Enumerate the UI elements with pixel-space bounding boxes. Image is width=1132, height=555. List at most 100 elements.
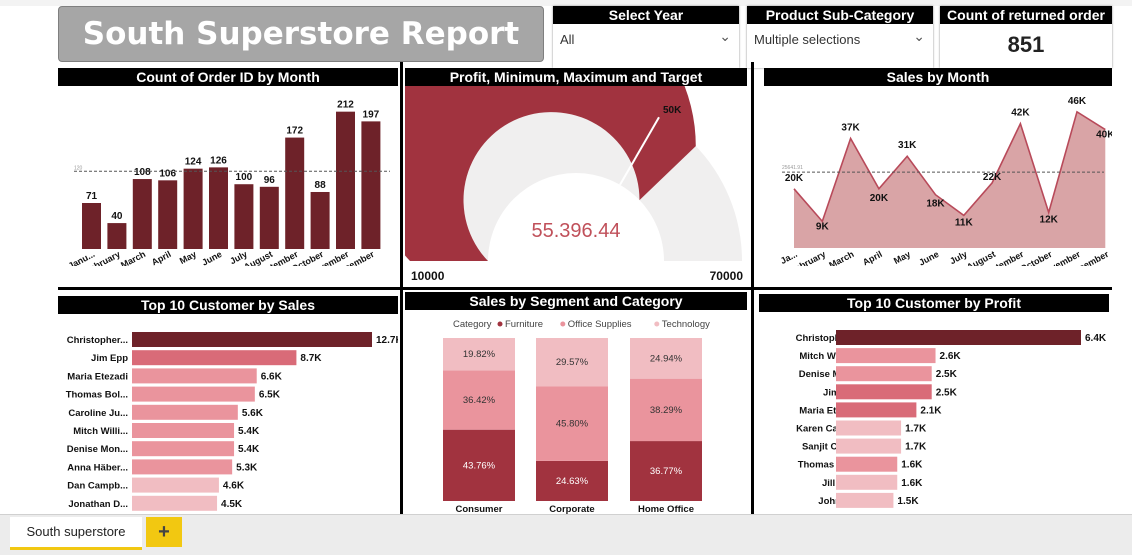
bar [259, 186, 279, 249]
data-label: 37K [841, 122, 860, 133]
returned-orders-card: Count of returned order 851 [940, 6, 1112, 68]
subcategory-slicer[interactable]: Product Sub-Category Multiple selections… [747, 6, 933, 68]
bar [132, 404, 238, 420]
top10-profit-title: Top 10 Customer by Profit [759, 294, 1109, 312]
bar [836, 492, 894, 508]
bar-value-label: 6.6K [261, 371, 283, 382]
reference-line-label: 120 [74, 165, 83, 171]
bar [836, 420, 902, 436]
legend-title: Category [453, 319, 492, 330]
bar [132, 386, 255, 402]
legend-marker [497, 321, 503, 327]
bar [132, 441, 235, 457]
bar [132, 477, 219, 493]
bar-value-label: 6.5K [259, 390, 281, 401]
x-tick-label: May [178, 249, 198, 266]
data-label: 42K [1011, 108, 1030, 119]
bar [836, 456, 898, 472]
sales-by-month-panel[interactable]: Sales by Month 25641.91 20K Ja... 9K Februar… [764, 68, 1112, 266]
data-label: 12K [1040, 214, 1059, 225]
page-tab-bar: South superstore + [0, 514, 1132, 555]
bar-value-label: 126 [210, 155, 227, 166]
bar-value-label: 1.5K [897, 496, 919, 507]
category-label: Anna Häber... [67, 462, 128, 473]
bar-value-label: 212 [337, 100, 354, 111]
bar-value-label: 4.6K [223, 481, 245, 492]
bar-value-label: 4.5K [221, 499, 243, 510]
year-slicer-label: Select Year [553, 6, 739, 24]
segment-label: 36.42% [463, 395, 496, 406]
category-label: Mitch Willi... [73, 426, 128, 437]
x-tick-label: March [827, 249, 855, 266]
bar-value-label: 106 [159, 168, 176, 179]
reference-line-label: 25641.91 [782, 165, 803, 171]
legend-entry: Furniture [505, 319, 543, 330]
chevron-down-icon[interactable]: ⌄ [719, 28, 731, 45]
segment-category-chart[interactable]: Category Furniture Office Supplies Technolo… [405, 310, 747, 516]
segment-label: 29.57% [556, 357, 589, 368]
bar-value-label: 2.5K [936, 369, 958, 380]
add-page-button[interactable]: + [146, 517, 182, 547]
top10-sales-panel[interactable]: Top 10 Customer by Sales Christopher... 1… [58, 296, 398, 516]
gauge-value-label: 55.396.44 [532, 220, 621, 242]
x-tick-label: May [892, 249, 912, 266]
bar [310, 191, 330, 249]
orders-by-month-panel[interactable]: Count of Order ID by Month 120 71 Janu... 4… [58, 68, 398, 266]
bar [132, 495, 218, 511]
bar-value-label: 96 [264, 175, 276, 186]
divider-horizontal [58, 287, 1112, 290]
report-title: South Superstore Report [58, 6, 544, 62]
profit-gauge-panel[interactable]: Profit, Minimum, Maximum and Target 50K 5… [405, 68, 747, 286]
category-label: Denise Mon... [67, 444, 128, 455]
bar [361, 121, 381, 249]
legend-marker [654, 321, 660, 327]
segment-label: 45.80% [556, 419, 589, 430]
bar [836, 366, 932, 382]
segment-label: 43.76% [463, 460, 496, 471]
top10-sales-title: Top 10 Customer by Sales [58, 296, 398, 314]
gauge-min-label: 10000 [411, 269, 445, 283]
x-tick-label: June [200, 249, 223, 266]
orders-by-month-chart[interactable]: 12071Janu...40February108March106April12… [58, 86, 398, 266]
gauge-target-label: 50K [663, 105, 682, 116]
top10-sales-chart[interactable]: Christopher... 12.7K Jim Epp 8.7K Maria Etez… [58, 316, 398, 516]
category-label: Thomas Bol... [66, 390, 128, 401]
x-tick-label: April [861, 249, 884, 266]
tab-south-superstore[interactable]: South superstore [10, 517, 142, 550]
legend-entry: Technology [662, 319, 710, 330]
category-label: Christopher... [67, 335, 128, 346]
category-label: Dan Campb... [67, 481, 128, 492]
bar [836, 438, 902, 454]
bar-value-label: 2.5K [936, 387, 958, 398]
top10-profit-panel[interactable]: Top 10 Customer by Profit Christopher ..… [759, 294, 1109, 516]
segment-category-panel[interactable]: Sales by Segment and Category Category Fu… [405, 292, 747, 516]
bar [836, 330, 1081, 345]
profit-gauge-chart[interactable]: 50K 55.396.44 10000 70000 [405, 86, 747, 284]
bar [836, 402, 917, 418]
data-label: 20K [870, 193, 889, 204]
chevron-down-icon[interactable]: ⌄ [913, 28, 925, 45]
year-slicer[interactable]: Select Year All ⌄ [553, 6, 739, 68]
profit-gauge-title: Profit, Minimum, Maximum and Target [405, 68, 747, 86]
bar-value-label: 5.4K [238, 444, 260, 455]
gauge-max-label: 70000 [710, 269, 744, 283]
bar-value-label: 6.4K [1085, 333, 1107, 344]
bar-value-label: 40 [111, 211, 123, 222]
bar [209, 167, 228, 249]
bar-value-label: 1.6K [901, 460, 923, 471]
bar-value-label: 124 [185, 157, 202, 168]
report-canvas: South Superstore Report Select Year All … [0, 6, 1132, 516]
category-label: Jim Epp [91, 353, 128, 364]
top10-profit-chart[interactable]: Christopher ... 6.4KMitch Willin... 2.6KDe… [759, 314, 1109, 516]
bar-value-label: 172 [286, 126, 303, 137]
kpi-value: 851 [1007, 32, 1045, 57]
bar-value-label: 1.7K [905, 424, 927, 435]
bar [336, 111, 355, 249]
bar [107, 223, 127, 249]
year-slicer-value[interactable]: All [560, 32, 574, 47]
bar-value-label: 5.6K [242, 408, 264, 419]
subcategory-slicer-value[interactable]: Multiple selections [754, 32, 860, 47]
category-label: Maria Etezadi [67, 371, 128, 382]
sales-by-month-chart[interactable]: 25641.9120KJa...9KFebruary37KMarch20KApr… [764, 86, 1112, 266]
data-label: 20K [785, 173, 804, 184]
